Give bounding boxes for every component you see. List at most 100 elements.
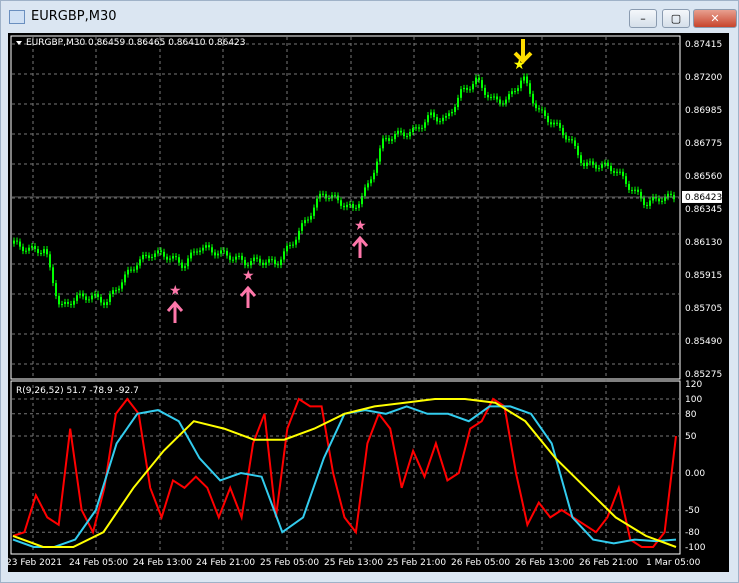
candle-body (550, 122, 552, 125)
time-axis-label: 24 Feb 05:00 (69, 558, 128, 568)
candle-body (229, 255, 231, 260)
candle-body (79, 293, 81, 296)
candle-body (76, 295, 78, 301)
candle-body (574, 140, 576, 146)
candle-body (166, 256, 168, 260)
candle-body (274, 259, 276, 265)
minimize-button[interactable]: – (629, 9, 657, 28)
collapse-triangle-icon[interactable] (16, 41, 22, 45)
candle-body (322, 193, 324, 195)
candle-body (583, 162, 585, 166)
candle-body (241, 255, 243, 260)
candle-body (607, 162, 609, 166)
indicator-tick-label: 100 (685, 395, 702, 405)
candle-body (577, 145, 579, 156)
candle-body (586, 162, 588, 166)
candle-body (55, 283, 57, 297)
candle-body (292, 244, 294, 246)
buy-arrow-icon (239, 285, 257, 308)
candle-body (283, 251, 285, 260)
price-tick-label: 0.86345 (685, 205, 722, 215)
candle-body (478, 77, 480, 81)
candle-body (199, 250, 201, 253)
candle-body (160, 250, 162, 252)
close-button[interactable]: ✕ (693, 9, 737, 28)
candle-body (307, 219, 309, 221)
time-axis-label: 24 Feb 13:00 (133, 558, 192, 568)
candle-body (43, 249, 45, 254)
maximize-button[interactable]: ▢ (662, 9, 690, 28)
candle-body (268, 259, 270, 263)
time-axis-label: 24 Feb 21:00 (196, 558, 255, 568)
candle-body (436, 117, 438, 122)
candle-body (646, 205, 648, 207)
candle-body (115, 290, 117, 292)
time-axis-label: 25 Feb 21:00 (387, 558, 446, 568)
candle-body (82, 293, 84, 297)
candle-body (337, 195, 339, 201)
buy-arrow-icon (166, 300, 184, 323)
candle-body (250, 261, 252, 266)
indicator-tick-label: 0.00 (685, 469, 705, 479)
sell-arrow-icon (513, 39, 533, 64)
candle-body (175, 256, 177, 258)
candle-body (454, 107, 456, 113)
candle-body (670, 193, 672, 195)
candle-body (346, 204, 348, 208)
candle-body (184, 266, 186, 268)
indicator-line-mid (12, 405, 677, 548)
candle-body (625, 176, 627, 184)
candle-body (496, 96, 498, 100)
candle-body (643, 198, 645, 206)
candle-body (280, 259, 282, 266)
candle-body (400, 130, 402, 133)
candle-body (226, 250, 228, 256)
candle-body (649, 200, 651, 206)
candle-body (223, 250, 225, 252)
candle-body (589, 161, 591, 163)
candle-body (517, 88, 519, 92)
candle-body (67, 302, 69, 304)
candle-body (181, 262, 183, 268)
candle-body (244, 259, 246, 266)
candle-body (334, 195, 336, 197)
candle-body (427, 115, 429, 123)
candle-body (136, 265, 138, 270)
candle-body (547, 115, 549, 123)
candle-body (100, 297, 102, 303)
time-axis-label: 26 Feb 21:00 (579, 558, 638, 568)
time-axis-label: 26 Feb 05:00 (451, 558, 510, 568)
candle-body (16, 240, 18, 242)
candle-body (376, 161, 378, 173)
candle-body (214, 252, 216, 256)
candle-body (277, 264, 279, 266)
candle-body (163, 251, 165, 257)
candle-body (595, 164, 597, 169)
candle-body (538, 108, 540, 110)
candle-body (484, 87, 486, 95)
candle-body (352, 204, 354, 208)
chart-area[interactable]: ★ ★ ★ ★ 0.87415 0.87200 0.86985 0.86775 0.86560 0… (6, 33, 729, 572)
candle-body (139, 259, 141, 266)
candle-body (412, 127, 414, 133)
candle-body (652, 197, 654, 201)
main-pane-border (10, 35, 681, 380)
candle-body (313, 207, 315, 216)
candle-body (391, 139, 393, 141)
candle-body (424, 122, 426, 128)
chart-canvas[interactable]: ★★★★0.874150.872000.869850.867750.865600… (6, 33, 729, 572)
candle-body (622, 171, 624, 177)
candle-body (418, 127, 420, 129)
candle-body (121, 282, 123, 289)
candle-body (358, 204, 360, 208)
price-tick-label: 0.86985 (685, 106, 722, 116)
candle-body (604, 162, 606, 165)
candle-body (394, 134, 396, 140)
candle-body (235, 256, 237, 260)
signal-star-icon: ★ (169, 283, 182, 299)
candle-body (613, 171, 615, 173)
candle-body (220, 250, 222, 254)
candle-body (262, 262, 264, 265)
candle-body (610, 165, 612, 172)
candle-body (46, 249, 48, 255)
